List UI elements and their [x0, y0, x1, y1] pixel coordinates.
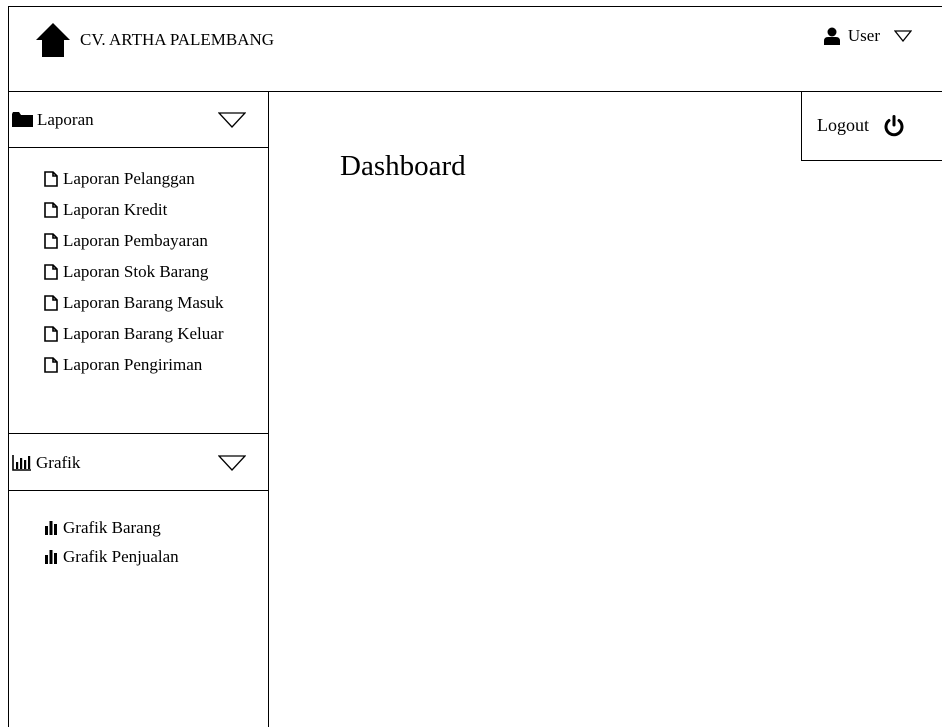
- logout-label: Logout: [817, 115, 869, 135]
- section-divider: [8, 433, 268, 434]
- brand-title: CV. ARTHA PALEMBANG: [80, 30, 275, 49]
- sidebar-item-laporan-pelanggan[interactable]: Laporan Pelanggan: [44, 163, 224, 194]
- laporan-section-label: Laporan: [37, 109, 94, 129]
- page-title: Dashboard: [340, 150, 466, 182]
- grafik-list: Grafik Barang Grafik Penjualan: [44, 513, 179, 571]
- laporan-section-header[interactable]: Laporan: [8, 92, 268, 148]
- chevron-down-icon[interactable]: [894, 30, 912, 42]
- home-icon: [36, 23, 70, 57]
- grafik-section-header[interactable]: Grafik: [8, 435, 268, 491]
- user-icon: [823, 27, 840, 45]
- sidebar-item-label: Laporan Stok Barang: [63, 261, 209, 281]
- bar-chart-icon: [45, 549, 57, 564]
- user-menu[interactable]: User: [823, 26, 912, 46]
- logout-button[interactable]: Logout: [801, 91, 942, 161]
- file-icon: [44, 294, 58, 311]
- sidebar-item-label: Grafik Barang: [63, 517, 161, 537]
- sidebar-item-grafik-penjualan[interactable]: Grafik Penjualan: [44, 542, 179, 571]
- sidebar-item-label: Laporan Kredit: [63, 199, 168, 219]
- sidebar-item-label: Laporan Pembayaran: [63, 230, 208, 250]
- sidebar-item-laporan-barang-keluar[interactable]: Laporan Barang Keluar: [44, 318, 224, 349]
- brand[interactable]: CV. ARTHA PALEMBANG: [34, 22, 274, 58]
- file-icon: [44, 325, 58, 342]
- grafik-section-label: Grafik: [36, 452, 81, 472]
- sidebar-item-laporan-kredit[interactable]: Laporan Kredit: [44, 194, 224, 225]
- sidebar-item-label: Laporan Barang Keluar: [63, 323, 224, 343]
- sidebar-item-label: Laporan Barang Masuk: [63, 292, 224, 312]
- file-icon: [44, 232, 58, 249]
- file-icon: [44, 356, 58, 373]
- sidebar-item-label: Grafik Penjualan: [63, 546, 179, 566]
- file-icon: [44, 201, 58, 218]
- sidebar-item-laporan-barang-masuk[interactable]: Laporan Barang Masuk: [44, 287, 224, 318]
- bar-chart-icon: [45, 520, 57, 535]
- sidebar-item-grafik-barang[interactable]: Grafik Barang: [44, 513, 179, 542]
- folder-icon: [12, 112, 33, 127]
- chevron-down-icon[interactable]: [218, 111, 246, 128]
- top-bar: CV. ARTHA PALEMBANG User: [8, 6, 942, 92]
- file-icon: [44, 170, 58, 187]
- sidebar: Laporan Laporan Pelanggan Laporan Kredit…: [8, 92, 269, 727]
- sidebar-item-laporan-pembayaran[interactable]: Laporan Pembayaran: [44, 225, 224, 256]
- bar-chart-icon: [12, 454, 31, 471]
- sidebar-item-laporan-stok-barang[interactable]: Laporan Stok Barang: [44, 256, 224, 287]
- file-icon: [44, 263, 58, 280]
- chevron-down-icon[interactable]: [218, 454, 246, 471]
- sidebar-item-label: Laporan Pengiriman: [63, 354, 203, 374]
- laporan-list: Laporan Pelanggan Laporan Kredit Laporan…: [44, 163, 224, 380]
- user-label: User: [847, 26, 880, 45]
- sidebar-item-label: Laporan Pelanggan: [63, 168, 195, 188]
- power-icon: [884, 114, 904, 136]
- sidebar-item-laporan-pengiriman[interactable]: Laporan Pengiriman: [44, 349, 224, 380]
